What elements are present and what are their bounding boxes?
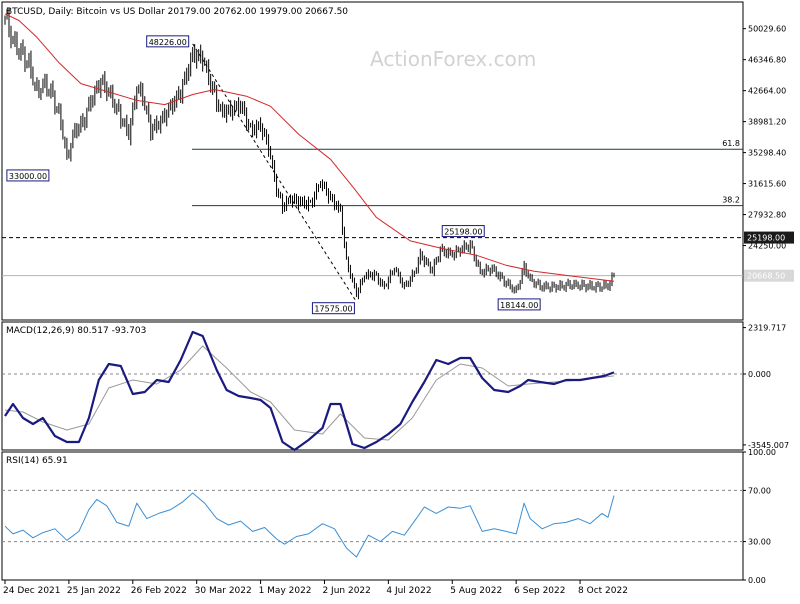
macd-ytick-label: 0.000 xyxy=(748,370,771,379)
rsi-ytick-label: 30.00 xyxy=(748,538,771,547)
annotation-label-48226.00: 48226.00 xyxy=(149,38,187,47)
xtick-label: 1 May 2022 xyxy=(259,586,312,596)
rsi-ytick-label: 100.00 xyxy=(748,448,776,457)
price-ytick-label: 38981.20 xyxy=(748,118,786,127)
rsi-panel-title: RSI(14) 65.91 xyxy=(6,456,68,466)
macd-panel-title: MACD(12,26,9) 80.517 -93.703 xyxy=(6,326,146,336)
price-ytick-label: 35298.40 xyxy=(748,149,786,158)
price-ytick-label: 27932.80 xyxy=(748,211,786,220)
xtick-label: 8 Oct 2022 xyxy=(578,586,628,596)
rsi-ytick-label: 70.00 xyxy=(748,486,771,495)
xtick-label: 6 Sep 2022 xyxy=(514,586,565,596)
price-ytick-label: 50029.60 xyxy=(748,25,786,34)
xtick-label: 4 Jul 2022 xyxy=(386,586,431,596)
panel-frame-2 xyxy=(1,321,744,451)
xtick-label: 24 Dec 2021 xyxy=(3,586,61,596)
rsi-line xyxy=(4,492,615,558)
xtick-label: 26 Feb 2022 xyxy=(131,586,187,596)
fib-label-61.8: 61.8 xyxy=(722,139,740,148)
current-price-axis-label: 20668.50 xyxy=(747,272,785,281)
annotation-label-17575.00: 17575.00 xyxy=(314,305,352,314)
macd-ytick-label: 2319.717 xyxy=(748,324,786,333)
annotation-label-25198.00: 25198.00 xyxy=(444,228,482,237)
chart-svg: ActionForex.com BTCUSD, Daily: Bitcoin vs… xyxy=(1,1,794,596)
xtick-label: 30 Mar 2022 xyxy=(195,586,252,596)
fib-label-38.2: 38.2 xyxy=(722,196,740,205)
price-ytick-label: 31615.60 xyxy=(748,180,786,189)
xtick-label: 25 Jan 2022 xyxy=(67,586,121,596)
chart-root: ActionForex.com BTCUSD, Daily: Bitcoin vs… xyxy=(0,0,800,600)
xtick-label: 2 Jun 2022 xyxy=(322,586,370,596)
xtick-label: 5 Aug 2022 xyxy=(450,586,502,596)
annotation-label-18144.00: 18144.00 xyxy=(500,301,538,310)
price-ytick-label: 46346.80 xyxy=(748,56,786,65)
watermark-text: ActionForex.com xyxy=(370,47,536,71)
rsi-ytick-label: 0.00 xyxy=(748,576,766,585)
price-panel-title: BTCUSD, Daily: Bitcoin vs US Dollar 2017… xyxy=(6,7,348,17)
annotation-label-33000.00: 33000.00 xyxy=(9,172,47,181)
price-ytick-label: 42664.00 xyxy=(748,87,786,96)
resistance-axis-label: 25198.00 xyxy=(747,234,785,243)
